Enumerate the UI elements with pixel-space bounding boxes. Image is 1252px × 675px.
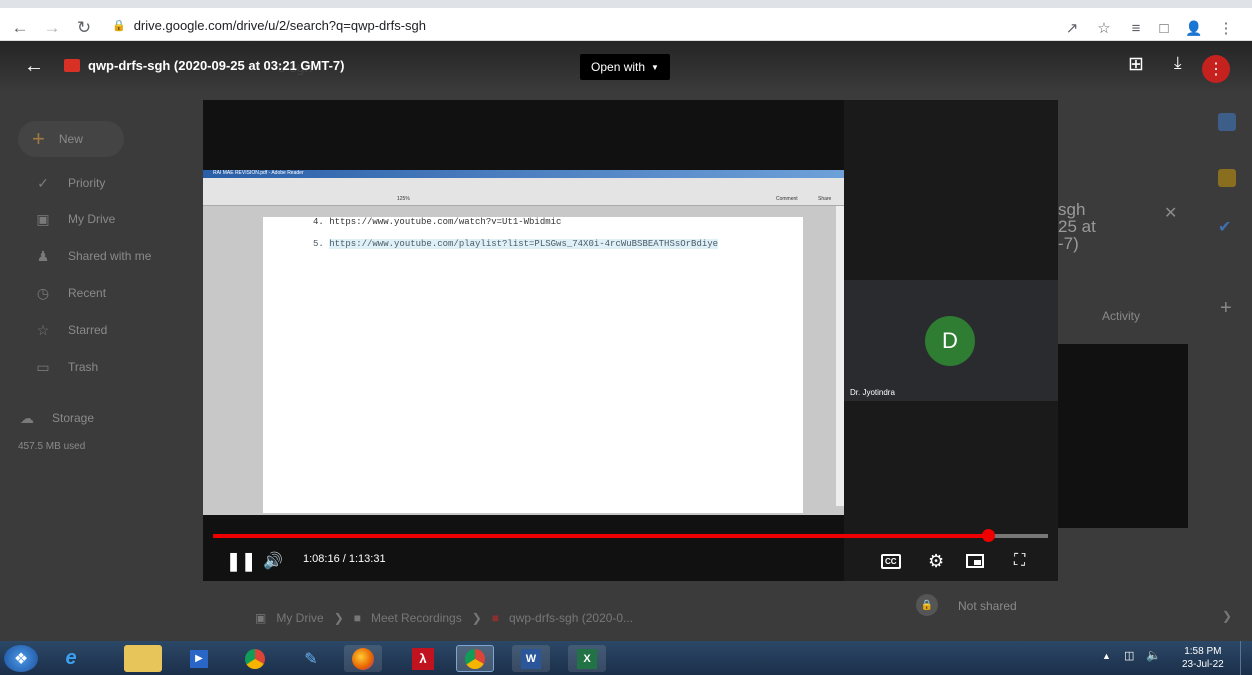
sidebar-item-recent[interactable]: ◷ Recent <box>34 283 106 303</box>
media-player-icon[interactable]: ▶ <box>180 645 218 672</box>
share-page-icon[interactable]: ↗ <box>1060 16 1084 40</box>
sidebar-item-trash[interactable]: ▭ Trash <box>34 357 98 377</box>
add-to-drive-icon[interactable]: ⊞ <box>1128 53 1144 76</box>
address-bar-row: ← → ↻ 🔒 drive.google.com/drive/u/2/searc… <box>0 8 1252 41</box>
close-viewer-back-icon[interactable]: ← <box>24 55 44 78</box>
acrobat-reader-icon[interactable]: λ <box>404 645 442 672</box>
my-drive-icon: ▣ <box>36 210 50 227</box>
new-button[interactable]: + New <box>18 121 124 157</box>
video-file-icon: ■ <box>491 611 500 625</box>
word-icon[interactable]: W <box>512 645 550 672</box>
clock-icon: ◷ <box>36 284 50 301</box>
download-icon[interactable]: ⤓ <box>1174 53 1182 73</box>
my-drive-icon: ▣ <box>255 611 267 625</box>
reload-icon[interactable]: ↻ <box>72 16 96 40</box>
show-desktop-button[interactable] <box>1240 641 1252 675</box>
sidebar-item-priority[interactable]: ✓ Priority <box>34 173 105 193</box>
internet-explorer-icon[interactable]: e <box>52 645 90 672</box>
shared-icon: ♟ <box>36 247 50 264</box>
trash-icon: ▭ <box>36 358 50 375</box>
viewer-file-title: qwp-drfs-sgh (2020-09-25 at 03:21 GMT-7) <box>88 58 345 73</box>
breadcrumb-my-drive[interactable]: My Drive <box>276 611 323 625</box>
cloud-icon: ☁ <box>20 409 34 426</box>
participant-name: Dr. Jyotindra <box>850 388 895 397</box>
sidebar-item-starred[interactable]: ☆ Starred <box>34 320 108 340</box>
caret-down-icon: ▼ <box>651 62 659 72</box>
sidebar-item-shared[interactable]: ♟ Shared with me <box>34 246 152 266</box>
participant-avatar: D <box>925 316 975 366</box>
folder-icon: ■ <box>353 611 361 625</box>
speaker-icon[interactable]: 🔈 <box>1146 648 1161 662</box>
details-title: sgh 25 at -7) <box>1058 200 1096 253</box>
fullscreen-icon[interactable]: ⛶ <box>1014 549 1025 573</box>
chevron-right-icon: ❯ <box>333 611 344 625</box>
get-addons-icon[interactable]: + <box>1220 297 1232 320</box>
screen-share-frame: RAI MAE REVISION.pdf - Adobe Reader 125%… <box>203 170 844 515</box>
captions-icon[interactable]: CC <box>881 549 901 573</box>
storage-used: 457.5 MB used <box>18 441 86 452</box>
miniplayer-icon[interactable] <box>966 549 984 573</box>
paint-icon[interactable]: ✎ <box>292 645 330 672</box>
settings-gear-icon[interactable]: ⚙ <box>928 549 944 573</box>
pdf-toolbar: 125% Comment Share <box>203 178 844 206</box>
volume-icon[interactable]: 🔊 <box>263 549 283 573</box>
star-icon: ☆ <box>36 321 50 338</box>
chrome-active-icon[interactable] <box>456 645 494 672</box>
browser-menu-icon[interactable]: ⋮ <box>1214 16 1238 40</box>
details-preview <box>1058 344 1188 528</box>
bookmark-star-icon[interactable]: ☆ <box>1092 16 1116 40</box>
sidebar-item-my-drive[interactable]: ▣ My Drive <box>34 209 115 229</box>
show-hidden-icons-icon[interactable]: ▲ <box>1102 651 1111 661</box>
plus-icon: + <box>32 126 45 151</box>
pdf-page: 4. https://www.youtube.com/watch?v=Ut1-W… <box>263 217 803 513</box>
video-file-icon <box>64 59 80 72</box>
lock-shared-icon: 🔒 <box>916 594 938 616</box>
not-shared-text: Not shared <box>958 599 1017 613</box>
time-display: 1:08:16 / 1:13:31 <box>303 553 386 565</box>
open-with-button[interactable]: Open with ▼ <box>580 54 670 80</box>
priority-icon: ✓ <box>37 174 49 191</box>
details-close-icon[interactable]: ✕ <box>1164 203 1177 223</box>
tab-strip <box>0 0 1252 8</box>
side-panel-icon[interactable]: □ <box>1152 16 1176 40</box>
breadcrumb-meet-recordings[interactable]: Meet Recordings <box>371 611 462 625</box>
start-button-icon[interactable]: ❖ <box>4 645 38 672</box>
profile-avatar-icon[interactable]: 👤 <box>1182 16 1206 40</box>
excel-icon[interactable]: X <box>568 645 606 672</box>
pdf-line-4: 4. https://www.youtube.com/watch?v=Ut1-W… <box>313 217 562 227</box>
url-text: drive.google.com/drive/u/2/search?q=qwp-… <box>133 17 426 33</box>
pause-icon[interactable]: ❚❚ <box>226 549 256 573</box>
pdf-line-5: 5. https://www.youtube.com/playlist?list… <box>313 239 719 249</box>
lock-icon: 🔒 <box>112 19 126 32</box>
back-icon[interactable]: ← <box>8 16 32 40</box>
url-field[interactable]: 🔒 drive.google.com/drive/u/2/search?q=qw… <box>112 14 426 36</box>
breadcrumb-file[interactable]: qwp-drfs-sgh (2020-0... <box>509 611 633 625</box>
pdf-window-titlebar: RAI MAE REVISION.pdf - Adobe Reader <box>203 170 844 178</box>
progress-scrubber[interactable] <box>982 529 995 542</box>
activity-tab[interactable]: Activity <box>1102 309 1140 323</box>
network-icon[interactable]: ◫ <box>1124 649 1134 662</box>
file-viewer-overlay: + New s-sgh ✓Priority ▣My Drive ♟Shared … <box>0 41 1252 641</box>
keep-addon-icon[interactable] <box>1218 169 1236 187</box>
pdf-scrollbar <box>836 206 844 506</box>
progress-played <box>213 534 988 538</box>
firefox-icon[interactable] <box>344 645 382 672</box>
more-options-icon[interactable]: ⋮ <box>1202 55 1230 83</box>
sidebar-item-storage[interactable]: ☁ Storage <box>18 408 94 428</box>
breadcrumb: ▣ My Drive ❯ ■ Meet Recordings ❯ ■ qwp-d… <box>255 611 633 625</box>
reading-list-icon[interactable]: ≡ <box>1124 16 1148 40</box>
tasks-addon-icon[interactable]: ✔ <box>1218 217 1231 237</box>
details-expand-icon[interactable]: ❯ <box>1222 609 1232 623</box>
chevron-right-icon: ❯ <box>471 611 482 625</box>
chrome-icon[interactable] <box>236 645 274 672</box>
forward-icon[interactable]: → <box>40 16 64 40</box>
file-explorer-icon[interactable] <box>124 645 162 672</box>
calendar-addon-icon[interactable] <box>1218 113 1236 131</box>
taskbar-clock[interactable]: 1:58 PM 23-Jul-22 <box>1182 645 1224 671</box>
